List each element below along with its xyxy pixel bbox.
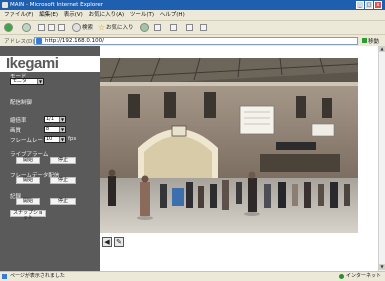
scroll-up-icon[interactable]: ▲ <box>379 46 385 52</box>
history-icon[interactable] <box>140 23 149 32</box>
favorites-icon[interactable]: ☆ <box>98 23 105 33</box>
home-icon[interactable] <box>58 24 65 31</box>
vertical-scrollbar[interactable]: ▲ ▼ <box>378 46 385 271</box>
menu-file[interactable]: ファイル(F) <box>4 12 33 18</box>
compression-value: 1/1 <box>46 116 55 122</box>
menu-favorites[interactable]: お気に入り(A) <box>89 12 125 18</box>
address-label: アドレス(D) <box>4 39 35 45</box>
chevron-down-icon: ▼ <box>59 117 65 122</box>
stop-icon[interactable] <box>38 24 45 31</box>
go-button[interactable]: 移動 <box>362 37 379 45</box>
speaker-icon[interactable]: ◀ <box>102 237 112 247</box>
menu-view[interactable]: 表示(V) <box>64 12 83 18</box>
print-icon[interactable] <box>170 24 177 31</box>
control-panel: Ikegami モード モニタ ▼ 配信制御 縮倍率 1/1 ▼ 画質 8 ▼ … <box>0 46 100 271</box>
scroll-down-icon[interactable]: ▼ <box>379 264 385 270</box>
pencil-icon[interactable]: ✎ <box>114 237 124 247</box>
edit-icon[interactable] <box>186 24 193 31</box>
frame-data-stop-button[interactable]: 停止 <box>50 177 76 184</box>
compression-label: 縮倍率 <box>10 118 27 124</box>
search-icon[interactable] <box>72 23 81 32</box>
messenger-icon[interactable] <box>200 24 207 31</box>
framerate-unit: fps <box>68 136 77 142</box>
refresh-icon[interactable] <box>48 24 55 31</box>
close-button[interactable]: x <box>374 1 382 9</box>
logo-area: Ikegami <box>0 56 100 72</box>
toolbar: 検索 ☆ お気に入り <box>0 20 385 34</box>
framerate-value: 10 <box>46 136 53 142</box>
minimize-button[interactable]: _ <box>356 1 364 9</box>
page-icon <box>36 38 42 44</box>
go-arrow-icon <box>362 38 367 43</box>
status-bar: ページが表示されました インターネット <box>0 271 385 281</box>
favorites-button-label[interactable]: お気に入り <box>106 23 134 33</box>
quality-value: 8 <box>46 126 50 132</box>
status-text: ページが表示されました <box>10 273 65 279</box>
mode-value: モニタ <box>12 78 28 84</box>
search-button-label[interactable]: 検索 <box>82 23 93 33</box>
camera-image <box>100 58 358 233</box>
mail-icon[interactable] <box>154 24 161 31</box>
maximize-button[interactable]: □ <box>365 1 373 9</box>
mode-select[interactable]: モニタ ▼ <box>10 78 44 85</box>
menu-edit[interactable]: 編集(E) <box>39 12 58 18</box>
framerate-label: フレームレート <box>10 138 49 144</box>
quality-select[interactable]: 8 ▼ <box>44 126 66 133</box>
frame-data-start-button[interactable]: 開始 <box>16 177 40 184</box>
live-alarm-start-button[interactable]: 開始 <box>16 157 40 164</box>
compression-select[interactable]: 1/1 ▼ <box>44 116 66 123</box>
page-status-icon <box>2 274 7 279</box>
record-start-button[interactable]: 開始 <box>16 198 40 205</box>
menu-bar: ファイル(F) 編集(E) 表示(V) お気に入り(A) ツール(T) ヘルプ(… <box>0 10 385 20</box>
chevron-down-icon: ▼ <box>37 79 43 84</box>
ikegami-logo: Ikegami <box>6 55 59 72</box>
live-alarm-stop-button[interactable]: 停止 <box>50 157 76 164</box>
window-title: MAIN - Microsoft Internet Explorer <box>10 2 103 8</box>
ie-icon <box>2 2 8 8</box>
back-icon[interactable] <box>4 23 13 32</box>
address-value: http://192.168.0.100/ <box>45 38 104 44</box>
address-input[interactable]: http://192.168.0.100/ <box>34 37 358 45</box>
menu-help[interactable]: ヘルプ(H) <box>160 12 185 18</box>
zone-text: インターネット <box>346 273 382 279</box>
chevron-down-icon: ▼ <box>59 137 65 142</box>
forward-icon[interactable] <box>22 23 31 32</box>
settings-label: 配信制御 <box>10 100 33 106</box>
quality-label: 画質 <box>10 128 22 134</box>
go-label: 移動 <box>368 39 380 45</box>
window-titlebar: MAIN - Microsoft Internet Explorer _ □ x <box>0 0 385 10</box>
framerate-select[interactable]: 10 ▼ <box>44 136 66 143</box>
snapshot-button[interactable]: スナップショット <box>10 210 46 221</box>
internet-zone-icon <box>339 274 344 279</box>
address-bar: アドレス(D) http://192.168.0.100/ 移動 <box>0 34 385 46</box>
chevron-down-icon: ▼ <box>59 127 65 132</box>
record-stop-button[interactable]: 停止 <box>50 198 76 205</box>
camera-view[interactable] <box>100 58 358 233</box>
menu-tools[interactable]: ツール(T) <box>130 12 154 18</box>
